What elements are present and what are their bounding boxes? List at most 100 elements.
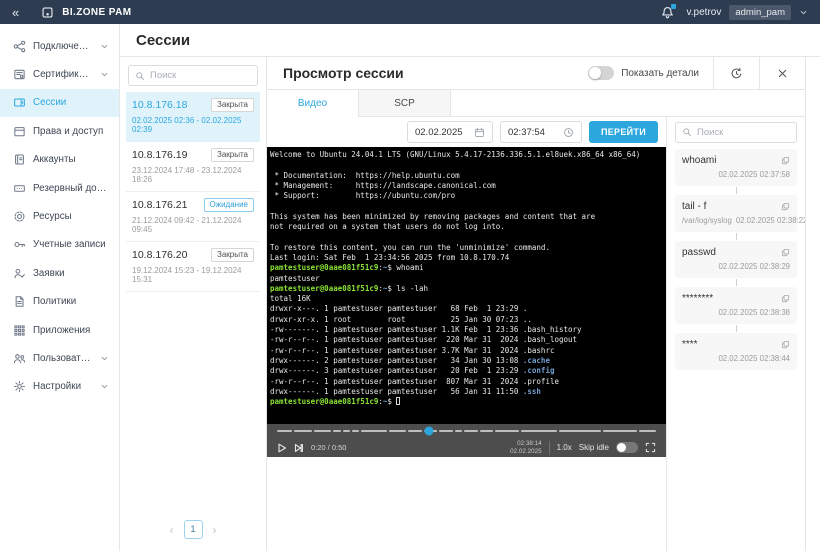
session-search-input[interactable] (150, 70, 251, 81)
command-item[interactable]: **** 02.02.2025 02:38:44 (675, 333, 797, 370)
terminal-line: not required on a system that users do n… (270, 222, 505, 232)
sidebar-collapse-button[interactable]: « (12, 6, 19, 19)
sessions-icon (13, 96, 26, 109)
step-forward-button[interactable] (294, 443, 304, 453)
tab-видео[interactable]: Видео (267, 90, 359, 117)
sidebar-item-label: Резервный доступ (33, 182, 109, 194)
sidebar-item-label: Сессии (33, 97, 67, 109)
video-column: ПЕРЕЙТИ Welcome to Ubuntu 24.04.1 LTS (G… (267, 117, 666, 551)
terminal-line: This system has been minimized by removi… (270, 211, 596, 221)
connections-icon (13, 40, 26, 53)
pagination-prev-button[interactable]: ‹ (170, 524, 174, 536)
session-list-item[interactable]: 10.8.176.19 Закрыта 23.12.2024 17:48 - 2… (126, 142, 260, 192)
sidebar-item-accounts[interactable]: Аккаунты (0, 146, 119, 174)
notifications-bell-icon[interactable] (660, 3, 676, 20)
copy-icon[interactable] (781, 248, 790, 257)
session-status-badge: Закрыта (210, 98, 254, 112)
calendar-icon[interactable] (474, 127, 485, 138)
command-item[interactable]: passwd 02.02.2025 02:38:29 (675, 241, 797, 278)
sidebar-item-resources[interactable]: Ресурсы (0, 202, 119, 230)
timeline-connector (735, 279, 737, 286)
command-list: whoami 02.02.2025 02:37:58 tail - f /var… (667, 147, 805, 551)
playback-speed-button[interactable]: 1.0x (557, 443, 572, 452)
notification-badge (670, 3, 676, 9)
sidebar-item-credentials[interactable]: Учетные записи (0, 231, 119, 259)
video-progress-bar[interactable] (277, 424, 657, 438)
session-search (128, 65, 258, 86)
pagination-next-button[interactable]: › (213, 524, 217, 536)
show-details-toggle[interactable] (588, 66, 615, 80)
tab-scp[interactable]: SCP (359, 90, 451, 116)
clock-icon[interactable] (563, 127, 574, 138)
terminal-line: pamtestuser@0aae081f51c9:~$ whoami (270, 263, 424, 273)
session-list-item[interactable]: 10.8.176.18 Закрыта 02.02.2025 02:36 - 0… (126, 92, 260, 142)
close-viewer-button[interactable] (759, 57, 805, 89)
seek-time-input[interactable] (507, 126, 558, 138)
terminal-line: pamtestuser@0aae081f51c9:~$ (270, 397, 666, 407)
sidebar: Подключения Сертификаты Сессии Права и д… (0, 24, 120, 551)
session-viewer-panel: Просмотр сессии Показать детали Видео SC… (266, 57, 806, 551)
progress-segment (361, 430, 387, 432)
session-period: 02.02.2025 02:36 - 02.02.2025 02:39 (132, 116, 242, 134)
page-title: Сессии (136, 31, 191, 49)
terminal-line: * Documentation: https://help.ubuntu.com (270, 170, 460, 180)
terminal-line: * Management: https://landscape.canonica… (270, 180, 496, 190)
user-menu-chevron-down-icon[interactable] (799, 8, 808, 17)
copy-icon[interactable] (781, 156, 790, 165)
copy-icon[interactable] (781, 340, 790, 349)
progress-segment (294, 430, 312, 432)
session-period: 21.12.2024 09:42 - 21.12.2024 09:45 (132, 216, 242, 234)
sidebar-item-label: Заявки (33, 267, 65, 279)
session-list-item[interactable]: 10.8.176.21 Ожидание 21.12.2024 09:42 - … (126, 192, 260, 242)
topbar: « BI.ZONE PAM v.petrov admin_pam (0, 0, 820, 24)
pagination-page-1[interactable]: 1 (183, 520, 203, 539)
sidebar-item-requests[interactable]: Заявки (0, 259, 119, 287)
sidebar-item-users[interactable]: Пользователи и гр... (0, 344, 119, 372)
command-item[interactable]: ******** 02.02.2025 02:38:38 (675, 287, 797, 324)
bizone-logo-icon (41, 6, 54, 19)
role-badge: admin_pam (729, 4, 791, 20)
command-detail: /var/log/syslog (682, 216, 732, 225)
sidebar-item-certificates[interactable]: Сертификаты (0, 60, 119, 88)
go-to-time-button[interactable]: ПЕРЕЙТИ (588, 121, 658, 143)
playback-position-time: 02:38:14 (517, 440, 542, 447)
session-list-column: 10.8.176.18 Закрыта 02.02.2025 02:36 - 0… (120, 57, 266, 551)
session-ip: 10.8.176.18 (132, 99, 188, 111)
users-icon (13, 352, 26, 365)
command-search-input[interactable] (697, 126, 790, 138)
session-history-button[interactable] (713, 57, 759, 89)
sidebar-item-connections[interactable]: Подключения (0, 32, 119, 60)
sidebar-item-sessions[interactable]: Сессии (0, 88, 119, 118)
tab-label: SCP (394, 97, 415, 109)
sidebar-item-policies[interactable]: Политики (0, 288, 119, 316)
chevron-down-icon (100, 70, 109, 79)
terminal-line: drwx------. 2 pamtestuser pamtestuser 34… (270, 355, 550, 365)
terminal-line: -rw-r--r--. 1 pamtestuser pamtestuser 3.… (270, 345, 555, 355)
seek-date-input[interactable] (414, 126, 469, 138)
command-text: **** (682, 339, 698, 350)
seek-date-field[interactable] (406, 121, 493, 143)
sidebar-item-settings[interactable]: Настройки (0, 373, 119, 401)
sidebar-item-backup[interactable]: Резервный доступ (0, 174, 119, 202)
terminal-line: pamtestuser@0aae081f51c9:~$ ls -lah (270, 283, 429, 293)
command-item[interactable]: whoami 02.02.2025 02:37:58 (675, 149, 797, 186)
copy-icon[interactable] (781, 202, 790, 211)
video-progress-handle[interactable] (424, 426, 434, 436)
play-button[interactable] (277, 443, 287, 453)
session-list-item[interactable]: 10.8.176.20 Закрыта 19.12.2024 15:23 - 1… (126, 242, 260, 292)
copy-icon[interactable] (781, 294, 790, 303)
skip-idle-toggle[interactable] (616, 442, 638, 453)
sidebar-item-applications[interactable]: Приложения (0, 316, 119, 344)
seek-time-field[interactable] (499, 121, 582, 143)
terminal-video-screen[interactable]: Welcome to Ubuntu 24.04.1 LTS (GNU/Linux… (267, 147, 666, 424)
terminal-line: drwx------. 1 pamtestuser pamtestuser 56… (270, 386, 541, 396)
sidebar-item-rights[interactable]: Права и доступ (0, 117, 119, 145)
timeline-connector (735, 325, 737, 332)
command-item[interactable]: tail - f /var/log/syslog 02.02.2025 02:3… (675, 195, 805, 232)
resources-icon (13, 210, 26, 223)
fullscreen-icon[interactable] (645, 442, 656, 453)
sidebar-item-label: Пользователи и гр... (33, 352, 93, 364)
